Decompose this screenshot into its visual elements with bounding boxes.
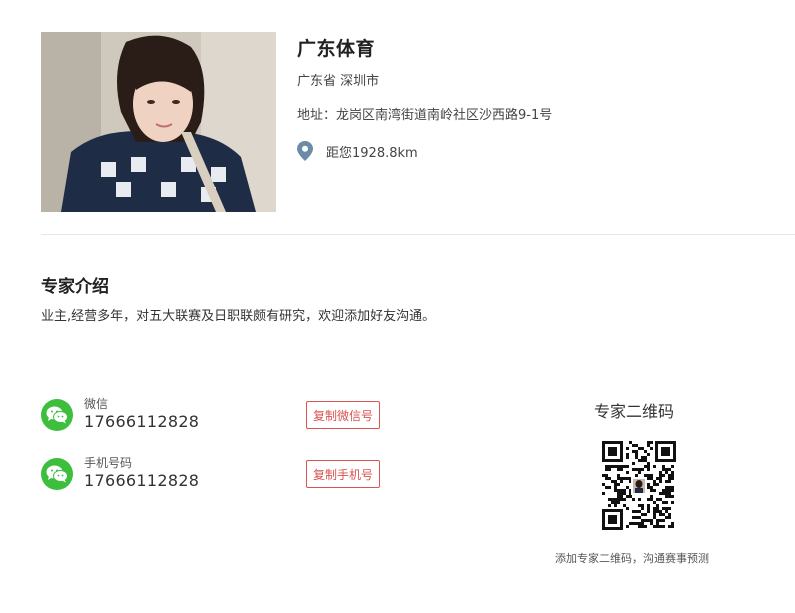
phone-label: 手机号码	[84, 456, 133, 470]
distance-text: 距您1928.8km	[326, 145, 418, 161]
expert-name: 广东体育	[297, 38, 376, 60]
location-pin-icon	[297, 141, 313, 161]
section-divider	[41, 234, 795, 235]
wechat-icon	[41, 399, 73, 431]
qr-title: 专家二维码	[594, 402, 675, 421]
phone-number: 17666112828	[84, 471, 200, 490]
distance-row: 距您1928.8km	[297, 141, 418, 161]
copy-wechat-button[interactable]: 复制微信号	[306, 401, 381, 429]
copy-phone-button[interactable]: 复制手机号	[306, 460, 381, 488]
expert-avatar	[41, 32, 276, 212]
phone-contact-row: 手机号码 17666112828	[41, 456, 199, 492]
intro-heading: 专家介绍	[41, 277, 109, 297]
wechat-contact-row: 微信 17666112828	[41, 397, 199, 433]
wechat-id: 17666112828	[84, 412, 200, 431]
expert-region: 广东省 深圳市	[297, 74, 380, 89]
qr-code-image	[602, 441, 676, 530]
expert-address: 地址：龙岗区南湾街道南岭社区沙西路9-1号	[297, 108, 553, 123]
wechat-label: 微信	[84, 397, 109, 411]
qr-caption: 添加专家二维码，沟通赛事预测	[555, 552, 709, 565]
wechat-icon	[41, 458, 73, 490]
intro-text: 业主,经营多年，对五大联赛及日职联颇有研究，欢迎添加好友沟通。	[41, 309, 436, 324]
